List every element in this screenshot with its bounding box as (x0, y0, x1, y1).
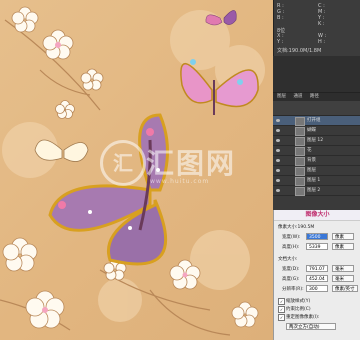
layer-name: 图层 (307, 168, 316, 173)
doc-height-label: 高度(G): (282, 277, 300, 282)
layer-thumbnail (295, 147, 305, 156)
layer-thumbnail (295, 137, 305, 146)
eye-icon[interactable] (276, 189, 280, 192)
layer-name: 背景 (307, 158, 316, 163)
eye-icon[interactable] (276, 179, 280, 182)
doc-width-unit-select[interactable]: 毫米 (332, 265, 354, 272)
layer-name: 图层 2 (307, 188, 321, 193)
watermark-name: 汇图网 (146, 147, 237, 180)
resolution-label: 分辨率(R): (282, 287, 304, 292)
layer-row[interactable]: 图层 2 (273, 186, 360, 196)
panel-spacer (273, 56, 360, 92)
scale-styles-label: 缩放样式(Y) (286, 299, 311, 304)
eye-icon[interactable] (276, 119, 280, 122)
width-unit-select[interactable]: 像素 (332, 233, 354, 240)
width-input[interactable]: 3500 (306, 233, 328, 240)
pixel-size-label: 像素大小:190.5M (278, 225, 315, 230)
layer-thumbnail (295, 167, 305, 176)
layer-name: 打开组 (307, 118, 321, 123)
eye-icon[interactable] (276, 159, 280, 162)
resolution-unit-select[interactable]: 像素/英寸 (332, 285, 358, 292)
tab-paths[interactable]: 路径 (310, 94, 319, 99)
layers-tabs: 图层 通道 路径 (273, 93, 360, 101)
layer-name: 图层 12 (307, 138, 324, 143)
layer-name: 蝴蝶 (307, 128, 316, 133)
height-input[interactable]: 5339 (306, 243, 328, 250)
eye-icon[interactable] (276, 129, 280, 132)
document-canvas[interactable]: 汇 汇图网 www.huitu.com (0, 0, 273, 340)
constrain-checkbox[interactable]: ✓ (278, 306, 285, 313)
layer-row[interactable]: 背景 (273, 156, 360, 166)
layer-thumbnail (295, 117, 305, 126)
doc-height-unit-select[interactable]: 毫米 (332, 275, 354, 282)
layer-row[interactable]: 图层 1 (273, 176, 360, 186)
layer-thumbnail (295, 127, 305, 136)
layer-row[interactable]: 图层 (273, 166, 360, 176)
info-b: B : (277, 15, 284, 21)
doc-size-label: 文档大小: (278, 257, 298, 262)
image-size-dialog: 图像大小 像素大小:190.5M 宽度(W): 3500 像素 高度(H): 5… (273, 210, 360, 340)
eye-icon[interactable] (276, 169, 280, 172)
doc-width-label: 宽度(D): (282, 267, 300, 272)
dialog-title: 图像大小 (274, 210, 360, 221)
layer-row[interactable]: 打开组 (273, 116, 360, 126)
watermark-logo-icon: 汇 (100, 140, 146, 186)
info-doc: 文档:190.0M/1.8M (277, 48, 322, 54)
eye-icon[interactable] (276, 139, 280, 142)
layer-row[interactable]: 图层 12 (273, 136, 360, 146)
constrain-label: 约束比例(C) (286, 307, 311, 312)
layer-row[interactable]: 蝴蝶 (273, 126, 360, 136)
layer-thumbnail (295, 187, 305, 196)
scale-styles-checkbox[interactable]: ✓ (278, 298, 285, 305)
watermark-url: www.huitu.com (150, 178, 210, 185)
resample-method-select[interactable]: 两次立方(自动) (286, 323, 336, 330)
watermark: 汇 汇图网 www.huitu.com (100, 140, 250, 200)
width-label: 宽度(W): (282, 235, 301, 240)
layers-toolbar (273, 101, 360, 116)
layer-row[interactable]: 花 (273, 146, 360, 156)
tab-channels[interactable]: 通道 (293, 94, 302, 99)
tab-layers[interactable]: 图层 (277, 94, 286, 99)
resample-label: 重定图像像素(I): (286, 315, 320, 320)
layer-thumbnail (295, 157, 305, 166)
height-unit-select[interactable]: 像素 (332, 243, 354, 250)
resample-checkbox[interactable]: ✓ (278, 314, 285, 321)
layer-name: 花 (307, 148, 312, 153)
doc-height-input[interactable]: 452.04 (306, 275, 328, 282)
resolution-input[interactable]: 300 (306, 285, 328, 292)
height-label: 高度(H): (282, 245, 300, 250)
info-panel: R : G : B : C : M : Y : K : 8位 X : Y : W… (273, 0, 360, 56)
info-h: H : (318, 39, 326, 45)
doc-width-input[interactable]: 791.07 (306, 265, 328, 272)
info-k: K : (318, 21, 325, 27)
eye-icon[interactable] (276, 149, 280, 152)
layer-name: 图层 1 (307, 178, 321, 183)
layers-panel: 图层 通道 路径 打开组 蝴蝶 图层 12 花 背景 图层 图层 1 图层 2 (273, 92, 360, 211)
layer-thumbnail (295, 177, 305, 186)
info-y2: Y : (277, 39, 284, 45)
